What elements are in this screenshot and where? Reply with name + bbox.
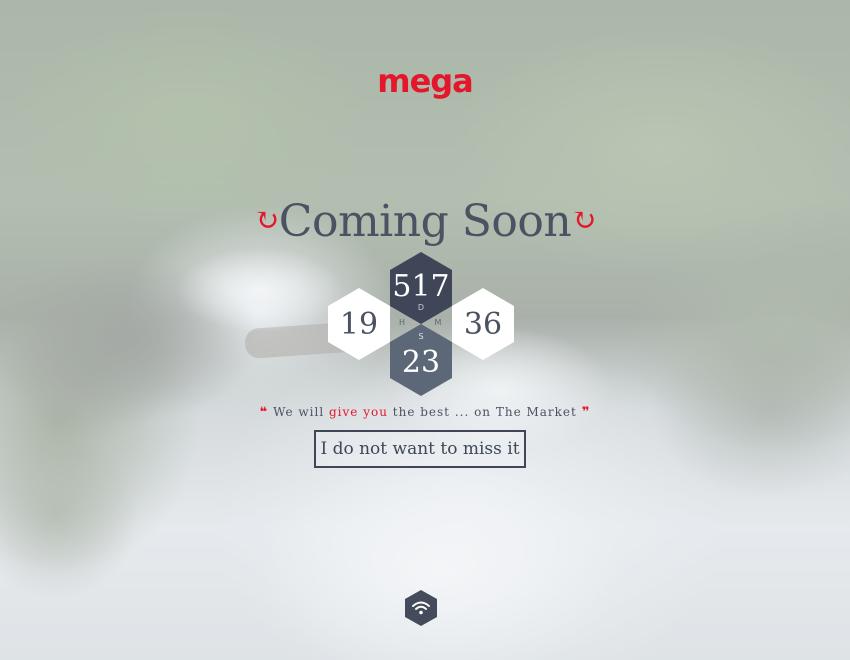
countdown-hours-label: H	[398, 318, 405, 327]
countdown-minutes-label: M	[434, 318, 442, 327]
tagline-text-before: We will	[273, 405, 329, 419]
quote-open-icon: ❝	[259, 405, 269, 420]
quote-close-icon: ❞	[581, 405, 591, 420]
page-title-text: Coming Soon	[278, 196, 572, 247]
tagline-highlight: give you	[329, 405, 388, 419]
refresh-icon: ↻	[571, 203, 596, 238]
countdown-days-label: D	[417, 303, 425, 312]
countdown-seconds-label: S	[418, 332, 424, 341]
wifi-icon-glyph	[412, 601, 430, 615]
tagline-text-after: the best ... on The Market	[387, 405, 577, 419]
page-title: ↻Coming Soon↻	[0, 196, 850, 247]
tagline: ❝ We will give you the best ... on The M…	[0, 405, 850, 420]
countdown-days-value: 517	[392, 268, 450, 304]
brand-logo[interactable]: mega	[0, 62, 850, 100]
refresh-icon: ↻	[254, 203, 279, 238]
notify-button-label: I do not want to miss it	[320, 439, 520, 459]
countdown-minutes-value: 36	[463, 306, 503, 342]
countdown-hours-value: 19	[339, 306, 379, 342]
notify-button[interactable]: I do not want to miss it	[314, 430, 526, 468]
countdown-seconds-value: 23	[401, 344, 441, 380]
